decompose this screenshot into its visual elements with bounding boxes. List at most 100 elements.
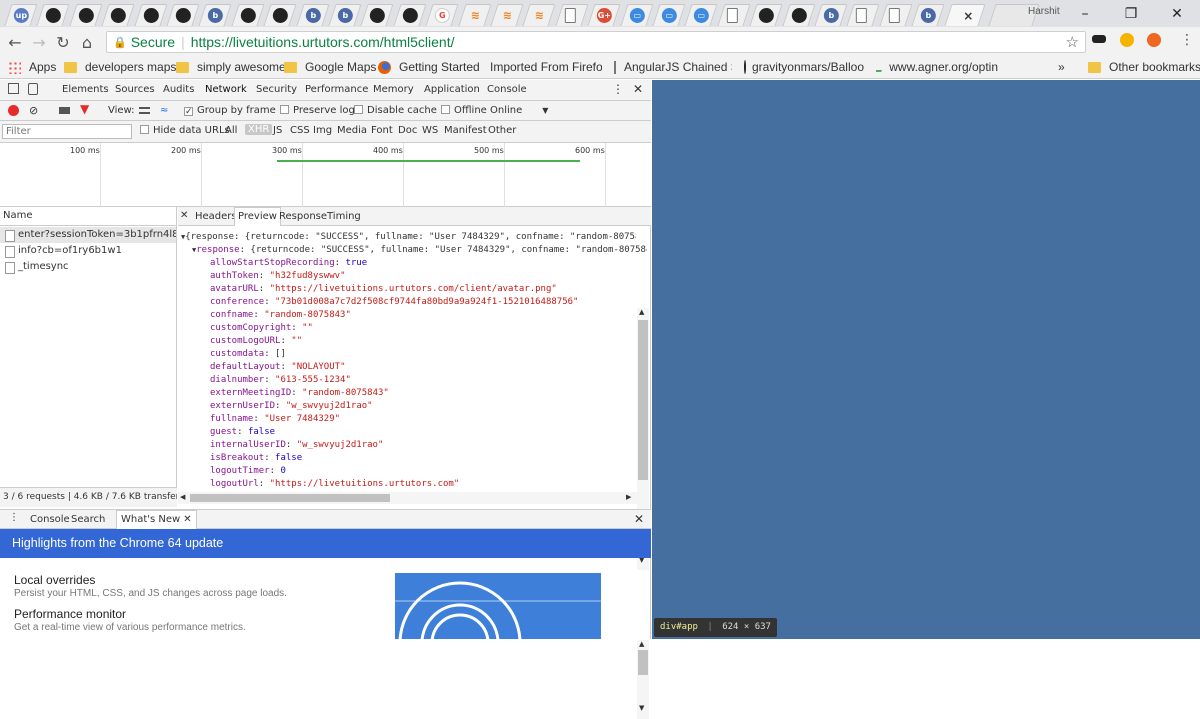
browser-tab[interactable]: [717, 4, 751, 26]
type-img[interactable]: Img: [313, 125, 332, 136]
tab-application[interactable]: Application: [424, 84, 480, 95]
browser-tab[interactable]: b: [911, 4, 945, 26]
extension-glasses-icon[interactable]: [1092, 35, 1106, 43]
bookmark-google-maps[interactable]: Google Maps: [284, 60, 376, 74]
restore-button[interactable]: ❐: [1108, 6, 1154, 22]
preview-field[interactable]: defaultLayout: "NOLAYOUT": [210, 361, 651, 374]
clear-icon[interactable]: ⊘: [29, 104, 38, 117]
browser-tab[interactable]: [555, 4, 589, 26]
browser-tab[interactable]: [101, 4, 135, 26]
omnibox[interactable]: 🔒 Secure | https://livetuitions.urtutors…: [106, 31, 1086, 53]
group-by-frame-checkbox[interactable]: Group by frame: [184, 105, 276, 116]
browser-tab[interactable]: [360, 4, 394, 26]
browser-tab[interactable]: G+: [587, 4, 621, 26]
preview-field[interactable]: fullname: "User 7484329": [210, 413, 651, 426]
browser-tab[interactable]: [263, 4, 297, 26]
profile-name[interactable]: Harshit: [1028, 6, 1060, 17]
type-media[interactable]: Media: [337, 125, 367, 136]
request-row-timesync[interactable]: _timesync: [0, 259, 176, 275]
preview-field[interactable]: internalUserID: "w_swvyuj2d1rao": [210, 439, 651, 452]
preview-field[interactable]: dialnumber: "613-555-1234": [210, 374, 651, 387]
whats-new-item-perfmon[interactable]: Performance monitor Get a real-time view…: [14, 607, 246, 633]
devtools-close-icon[interactable]: ✕: [633, 82, 643, 96]
preview-root-line[interactable]: ▼{response: {returncode: "SUCCESS", full…: [181, 231, 636, 244]
tab-network[interactable]: Network: [205, 84, 247, 95]
browser-tab[interactable]: [749, 4, 783, 26]
inspect-icon[interactable]: [8, 83, 19, 94]
bookmark-other[interactable]: Other bookmarks: [1088, 60, 1200, 74]
browser-tab[interactable]: up: [4, 4, 38, 26]
scroll-right-icon[interactable]: ▶: [626, 493, 631, 501]
extension-yellow-icon[interactable]: [1120, 33, 1134, 47]
scroll-up-icon[interactable]: ▲: [639, 308, 644, 316]
close-detail-icon[interactable]: ✕: [180, 210, 188, 221]
bookmarks-overflow-button[interactable]: »: [1058, 60, 1065, 74]
bookmark-apps[interactable]: Apps: [8, 60, 56, 74]
browser-tab[interactable]: b: [328, 4, 362, 26]
tab-audits[interactable]: Audits: [163, 84, 194, 95]
forward-icon[interactable]: →: [27, 33, 51, 52]
drawer-tab-whats-new[interactable]: What's New ✕: [116, 510, 197, 529]
browser-tab[interactable]: [846, 4, 880, 26]
browser-tab[interactable]: [134, 4, 168, 26]
preview-field[interactable]: confname: "random-8075843": [210, 309, 651, 322]
preview-hscrollbar[interactable]: ◀ ▶: [178, 492, 637, 504]
browser-tab[interactable]: [69, 4, 103, 26]
preserve-log-checkbox[interactable]: Preserve log: [280, 105, 355, 116]
scroll-thumb[interactable]: [638, 320, 648, 480]
disable-cache-checkbox[interactable]: Disable cache: [354, 105, 437, 116]
extension-orange-icon[interactable]: [1147, 33, 1161, 47]
page-viewport[interactable]: div#app | 624 × 637: [652, 80, 1200, 639]
preview-field[interactable]: guest: false: [210, 426, 651, 439]
menu-icon[interactable]: ⋮: [1180, 32, 1194, 48]
drawer-scrollbar[interactable]: ▲ ▼: [637, 640, 649, 719]
preview-response-line[interactable]: ▼response: {returncode: "SUCCESS", fulln…: [192, 244, 647, 257]
close-tab-icon[interactable]: ✕: [183, 514, 191, 525]
hide-data-urls-checkbox[interactable]: Hide data URLs: [140, 125, 230, 136]
name-column-header[interactable]: Name: [3, 210, 33, 221]
type-xhr[interactable]: XHR: [245, 124, 273, 135]
browser-tab[interactable]: ▭: [620, 4, 654, 26]
preview-field[interactable]: authToken: "h32fud8yswwv": [210, 270, 651, 283]
preview-field[interactable]: externMeetingID: "random-8075843": [210, 387, 651, 400]
browser-tab[interactable]: b: [198, 4, 232, 26]
tab-security[interactable]: Security: [256, 84, 297, 95]
reload-icon[interactable]: ↻: [51, 33, 75, 52]
type-other[interactable]: Other: [488, 125, 516, 136]
bookmark-angularjs[interactable]: AngularJS Chained Se: [614, 60, 732, 74]
type-doc[interactable]: Doc: [398, 125, 417, 136]
filter-input[interactable]: [2, 124, 132, 139]
preview-field[interactable]: externUserID: "w_swvyuj2d1rao": [210, 400, 651, 413]
type-css[interactable]: CSS: [290, 125, 310, 136]
throttle-select[interactable]: Online ▼: [490, 105, 548, 116]
preview-field[interactable]: customdata: []: [210, 348, 651, 361]
browser-tab[interactable]: b: [296, 4, 330, 26]
type-js[interactable]: JS: [273, 125, 282, 136]
back-icon[interactable]: ←: [3, 33, 27, 52]
hscroll-thumb[interactable]: [190, 494, 390, 502]
minimize-button[interactable]: –: [1062, 6, 1108, 22]
browser-tab[interactable]: b: [814, 4, 848, 26]
tab-elements[interactable]: Elements: [62, 84, 109, 95]
home-icon[interactable]: ⌂: [75, 33, 99, 52]
scroll-left-icon[interactable]: ◀: [180, 493, 185, 501]
preview-field[interactable]: avatarURL: "https://livetuitions.urtutor…: [210, 283, 651, 296]
overview-icon[interactable]: ≈: [160, 105, 168, 116]
browser-tab[interactable]: [36, 4, 70, 26]
tab-timing[interactable]: Timing: [327, 211, 361, 222]
url-text[interactable]: https://livetuitions.urtutors.com/html5c…: [191, 34, 455, 50]
screenshot-icon[interactable]: [59, 107, 70, 114]
browser-tab[interactable]: [782, 4, 816, 26]
browser-tab[interactable]: ▭: [652, 4, 686, 26]
active-tab[interactable]: ×: [944, 4, 986, 26]
offline-checkbox[interactable]: Offline: [441, 105, 487, 116]
drawer-tab-search[interactable]: Search: [71, 514, 105, 525]
request-row-enter[interactable]: enter?sessionToken=3b1pfrn4l8hdy...: [0, 227, 176, 243]
bookmark-gravityonmars[interactable]: gravityonmars/Balloo: [744, 60, 864, 74]
type-all[interactable]: All: [225, 125, 237, 136]
tab-preview[interactable]: Preview: [234, 207, 281, 226]
preview-field[interactable]: customLogoURL: "": [210, 335, 651, 348]
browser-tab[interactable]: [231, 4, 265, 26]
browser-tab[interactable]: [393, 4, 427, 26]
star-icon[interactable]: ☆: [1066, 33, 1079, 51]
